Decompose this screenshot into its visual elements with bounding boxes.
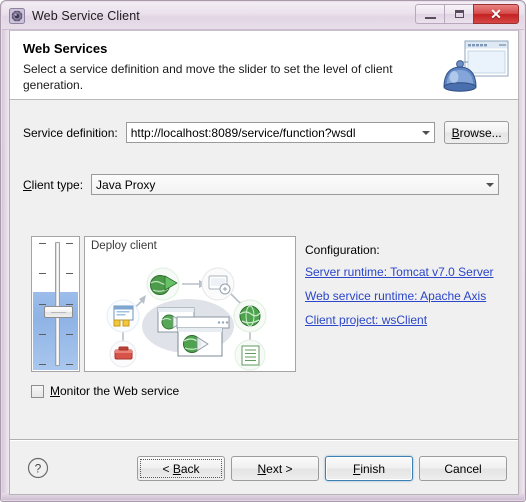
slider-ticks-right [64, 243, 74, 365]
slider-track[interactable] [55, 242, 60, 366]
title-bar[interactable]: Web Service Client ✕ [2, 2, 524, 30]
browse-button-mnemonic: B [451, 125, 460, 140]
slider-ticks-left [37, 243, 47, 365]
dialog-window: Web Service Client ✕ Web Services Select… [0, 0, 526, 502]
dialog-button-bar: < Back Next > Finish Cancel [137, 456, 507, 481]
client-project-link[interactable]: Client project: wsClient [305, 313, 520, 327]
monitor-label-mnemonic: M [50, 384, 60, 398]
configuration-title: Configuration: [305, 243, 380, 257]
service-definition-row: Service definition: http://localhost:808… [23, 121, 509, 144]
web-services-banner-icon [438, 34, 512, 98]
client-type-label-mnemonic: C [23, 177, 32, 192]
finish-button[interactable]: Finish [325, 456, 413, 481]
client-generation-slider[interactable] [31, 236, 80, 372]
monitor-label-rest: onitor the Web service [60, 384, 180, 398]
monitor-web-service-checkbox[interactable] [31, 384, 44, 398]
svg-text:?: ? [35, 462, 42, 476]
maximize-button[interactable] [444, 4, 473, 24]
window-controls: ✕ [415, 4, 519, 25]
window-title: Web Service Client [32, 8, 140, 23]
back-button[interactable]: < Back [137, 456, 225, 481]
cancel-button[interactable]: Cancel [419, 456, 507, 481]
maximize-icon [454, 10, 464, 18]
deploy-client-diagram: Deploy client [84, 236, 296, 372]
button-bar-separator [10, 439, 518, 441]
chevron-down-icon[interactable] [481, 175, 498, 194]
next-button[interactable]: Next > [231, 456, 319, 481]
service-definition-input[interactable]: http://localhost:8089/service/function?w… [127, 126, 417, 140]
close-icon: ✕ [490, 6, 502, 22]
help-icon[interactable]: ? [27, 457, 49, 479]
gear-icon [9, 7, 25, 24]
client-type-value: Java Proxy [96, 177, 156, 192]
client-type-label: Client type: [23, 178, 83, 192]
close-button[interactable]: ✕ [473, 4, 519, 24]
dialog-client-area: Web Services Select a service definition… [9, 30, 519, 495]
finish-button-label: Finish [352, 461, 386, 476]
monitor-web-service-label: Monitor the Web service [50, 384, 179, 398]
service-definition-label: Service definition: [23, 125, 118, 140]
next-button-label: Next > [257, 461, 293, 476]
client-generation-scenario: Deploy client [31, 236, 296, 372]
client-type-row: Client type: Java Proxy [23, 174, 509, 195]
client-type-label-rest: lient type: [31, 177, 84, 192]
minimize-button[interactable] [415, 4, 444, 24]
diagram-caption: Deploy client [91, 240, 157, 252]
browse-button-label: rowse... [459, 125, 502, 140]
monitor-web-service-row[interactable]: Monitor the Web service [31, 384, 179, 398]
wizard-banner: Web Services Select a service definition… [10, 31, 518, 100]
client-type-combo[interactable]: Java Proxy [91, 174, 500, 195]
back-button-label: < Back [162, 461, 200, 476]
configuration-block: Configuration: Server runtime: Tomcat v7… [305, 243, 520, 337]
page-title: Web Services [23, 41, 108, 56]
web-service-runtime-link[interactable]: Web service runtime: Apache Axis [305, 289, 520, 303]
chevron-down-icon[interactable] [417, 123, 434, 142]
cancel-button-label: Cancel [444, 461, 482, 476]
title-bar-left: Web Service Client [2, 2, 140, 29]
slider-handle[interactable] [44, 306, 73, 319]
server-runtime-link[interactable]: Server runtime: Tomcat v7.0 Server [305, 265, 520, 279]
browse-button[interactable]: Browse... [444, 121, 509, 144]
page-description: Select a service definition and move the… [23, 62, 393, 92]
service-definition-combo[interactable]: http://localhost:8089/service/function?w… [125, 122, 436, 143]
minimize-icon [424, 16, 436, 19]
window-frame-left [2, 29, 9, 500]
